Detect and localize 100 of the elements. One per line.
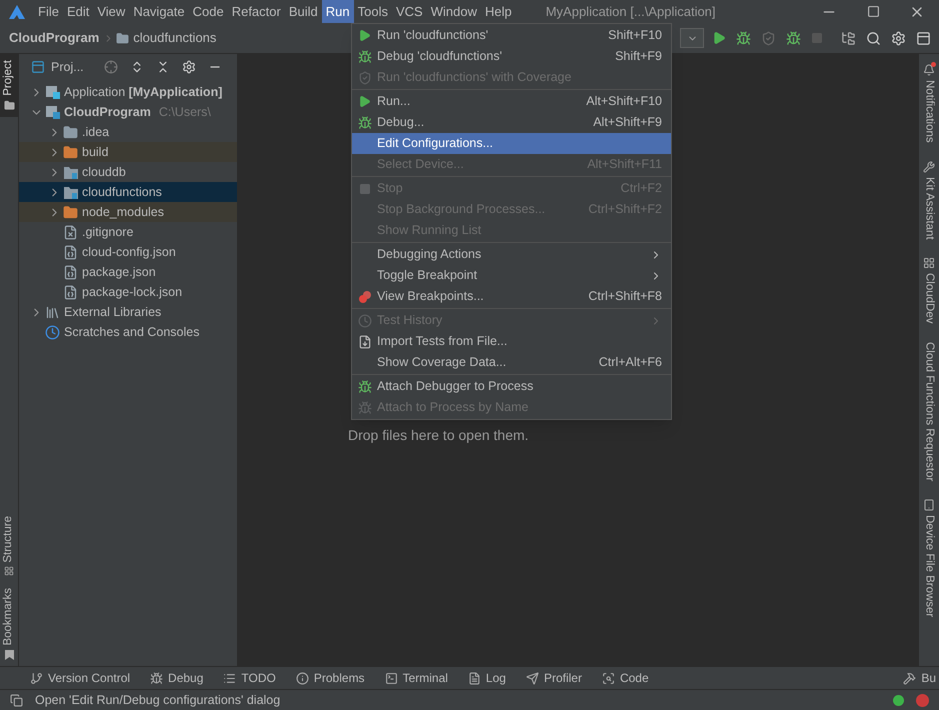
tool-window-tab[interactable]: Project bbox=[0, 54, 18, 117]
tree-label: package.json bbox=[82, 264, 156, 281]
folder-icon bbox=[63, 124, 78, 140]
tool-window-tab[interactable]: Cloud Functions Requestor bbox=[919, 342, 939, 482]
menu-item[interactable]: Toggle Breakpoint bbox=[352, 265, 671, 286]
tool-window-button[interactable]: Problems bbox=[296, 669, 365, 687]
menu-bar-item[interactable]: Help bbox=[480, 0, 516, 23]
module-icon bbox=[45, 84, 61, 100]
tree-label: .gitignore bbox=[82, 224, 134, 241]
project-structure-icon[interactable] bbox=[841, 30, 856, 46]
bookmark-icon bbox=[4, 650, 14, 660]
tree-label: External Libraries bbox=[64, 304, 162, 321]
menu-bar-item[interactable]: Refactor bbox=[228, 0, 285, 23]
breadcrumb-item[interactable]: cloudfunctions bbox=[116, 28, 216, 48]
settings-icon[interactable] bbox=[182, 60, 196, 74]
folder-icon bbox=[63, 164, 79, 180]
menu-bar-item[interactable]: Run bbox=[322, 0, 354, 23]
menu-bar-item[interactable]: File bbox=[34, 0, 63, 23]
json-file-icon bbox=[63, 264, 78, 280]
tree-label: CloudProgram bbox=[64, 104, 151, 121]
menu-item[interactable]: Run 'cloudfunctions' Shift+F10 bbox=[352, 25, 671, 46]
menu-item[interactable]: Import Tests from File... bbox=[352, 331, 671, 352]
bug-icon bbox=[358, 400, 372, 414]
tool-window-button[interactable]: Code bbox=[602, 669, 649, 687]
folder-icon bbox=[4, 100, 14, 111]
menu-bar-item[interactable]: View bbox=[93, 0, 130, 23]
menu-item[interactable]: Debug 'cloudfunctions' Shift+F9 bbox=[352, 46, 671, 67]
tree-item[interactable]: Application [MyApplication] bbox=[19, 82, 237, 102]
tree-item[interactable]: package.json bbox=[19, 262, 237, 282]
bug-icon bbox=[358, 50, 372, 64]
tree-label: Application [MyApplication] bbox=[64, 84, 222, 101]
tool-window-tab[interactable]: Notifications bbox=[919, 64, 939, 143]
menu-item[interactable]: Show Coverage Data... Ctrl+Alt+F6 bbox=[352, 352, 671, 373]
menu-item[interactable]: Edit Configurations... bbox=[352, 133, 671, 154]
menu-item[interactable]: Debugging Actions bbox=[352, 244, 671, 265]
magnifier-icon bbox=[602, 672, 615, 684]
tree-label: clouddb bbox=[82, 164, 126, 181]
tree-item[interactable]: clouddb bbox=[19, 162, 237, 182]
info-icon bbox=[296, 672, 309, 684]
tree-item[interactable]: build bbox=[19, 142, 237, 162]
file-icon bbox=[63, 224, 78, 240]
tree-item[interactable]: CloudProgram C:\Users\ bbox=[19, 102, 237, 122]
clock-icon bbox=[358, 314, 372, 328]
tree-label: node_modules bbox=[82, 204, 164, 221]
import-icon bbox=[358, 334, 372, 348]
tree-item[interactable]: .idea bbox=[19, 122, 237, 142]
bug-icon bbox=[358, 116, 372, 130]
tool-window-button[interactable]: Profiler bbox=[526, 669, 582, 687]
hammer-icon bbox=[903, 672, 916, 684]
branch-icon bbox=[30, 672, 43, 684]
menu-bar-item[interactable]: Navigate bbox=[129, 0, 189, 23]
tree-label: cloudfunctions bbox=[82, 184, 162, 201]
menu-item[interactable]: Attach Debugger to Process bbox=[352, 376, 671, 397]
menu-bar-item[interactable]: Tools bbox=[354, 0, 392, 23]
panel-icon[interactable] bbox=[916, 30, 931, 46]
tool-window-button[interactable]: Bu bbox=[903, 669, 936, 687]
search-icon[interactable] bbox=[866, 30, 881, 46]
bug-icon bbox=[150, 672, 164, 684]
tree-label: package-lock.json bbox=[82, 284, 182, 301]
tool-window-button[interactable]: Debug bbox=[150, 669, 204, 687]
error-icon bbox=[916, 694, 929, 706]
tool-window-tab[interactable]: CloudDev bbox=[919, 257, 939, 324]
menu-bar-item[interactable]: VCS bbox=[392, 0, 427, 23]
menu-item[interactable]: View Breakpoints... Ctrl+Shift+F8 bbox=[352, 286, 671, 307]
log-icon bbox=[468, 672, 481, 684]
tree-item[interactable]: node_modules bbox=[19, 202, 237, 222]
menu-bar-item[interactable]: Build bbox=[284, 0, 322, 23]
menu-bar-item[interactable]: Code bbox=[188, 0, 228, 23]
tree-item[interactable]: Scratches and Consoles bbox=[19, 322, 237, 342]
menu-bar-item[interactable]: Window bbox=[426, 0, 481, 23]
breadcrumb-item[interactable]: CloudProgram bbox=[9, 28, 116, 48]
menu-bar-item[interactable]: Edit bbox=[62, 0, 94, 23]
tool-window-tab[interactable]: Bookmarks bbox=[0, 582, 18, 666]
list-icon bbox=[223, 672, 236, 684]
tool-window-button[interactable]: TODO bbox=[223, 669, 276, 687]
tree-item[interactable]: package-lock.json bbox=[19, 282, 237, 302]
app-logo-icon bbox=[8, 4, 26, 20]
tree-item[interactable]: cloud-config.json bbox=[19, 242, 237, 262]
tool-window-tab[interactable]: Device File Browser bbox=[919, 499, 939, 618]
shield-icon bbox=[358, 70, 372, 84]
tree-item[interactable]: External Libraries bbox=[19, 302, 237, 322]
tree-label: Scratches and Consoles bbox=[64, 324, 200, 341]
terminal-icon bbox=[384, 672, 398, 684]
tool-window-tab[interactable]: Structure bbox=[0, 510, 18, 582]
settings-icon[interactable] bbox=[891, 30, 906, 46]
panel-icon bbox=[31, 60, 45, 74]
panel-title[interactable]: Proj... bbox=[31, 58, 84, 76]
bell-icon bbox=[923, 64, 935, 76]
attach-debugger-icon[interactable] bbox=[786, 30, 801, 46]
debug-icon[interactable] bbox=[736, 30, 751, 46]
run-icon[interactable] bbox=[712, 31, 726, 45]
tool-window-button[interactable]: Terminal bbox=[384, 669, 448, 687]
tool-window-button[interactable]: Version Control bbox=[30, 669, 130, 687]
tool-window-button[interactable]: Log bbox=[468, 669, 506, 687]
maximize-icon[interactable] bbox=[867, 5, 880, 18]
menu-item[interactable]: Debug... Alt+Shift+F9 bbox=[352, 112, 671, 133]
tool-window-tab[interactable]: Kit Assistant bbox=[919, 160, 939, 240]
tree-item[interactable]: .gitignore bbox=[19, 222, 237, 242]
menu-item[interactable]: Run... Alt+Shift+F10 bbox=[352, 91, 671, 112]
tree-item[interactable]: cloudfunctions bbox=[19, 182, 237, 202]
